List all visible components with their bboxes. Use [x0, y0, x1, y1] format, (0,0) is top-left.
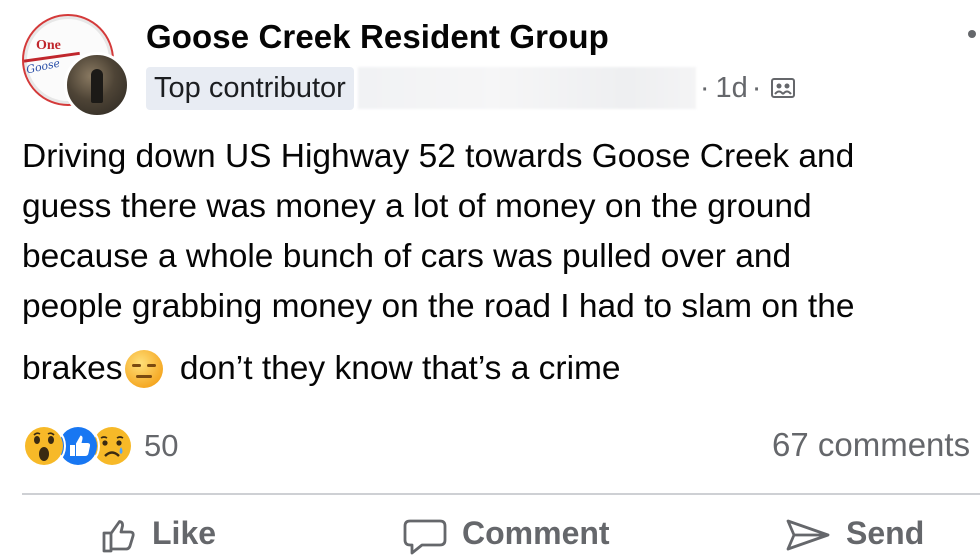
- user-avatar[interactable]: [64, 52, 130, 118]
- send-label: Send: [846, 515, 925, 551]
- post-text-line: because a whole bunch of cars was pulled…: [22, 238, 792, 275]
- comments-count-link[interactable]: 67 comments: [772, 426, 970, 464]
- post-action-bar: Like Comment Send: [0, 515, 980, 560]
- post-text-line: guess there was money a lot of money on …: [22, 188, 812, 225]
- post-text-line: Driving down US Highway 52 towards Goose…: [22, 138, 855, 175]
- reactions-summary[interactable]: 50: [22, 424, 178, 468]
- post-text-fragment: brakes: [22, 350, 123, 387]
- group-name-link[interactable]: Goose Creek Resident Group: [146, 18, 609, 56]
- post-avatar[interactable]: One Goose: [22, 14, 130, 118]
- post-text-last-line: brakes don’t they know that’s a crime: [22, 344, 980, 394]
- like-button[interactable]: Like: [98, 515, 216, 560]
- expressionless-face-emoji: [123, 348, 165, 390]
- send-button[interactable]: Send: [784, 515, 924, 560]
- post-body: Driving down US Highway 52 towards Goose…: [22, 132, 980, 394]
- meta-separator: ·: [699, 71, 710, 104]
- reactions-count[interactable]: 50: [144, 428, 178, 464]
- comment-button[interactable]: Comment: [402, 515, 610, 560]
- user-avatar-figure: [91, 69, 103, 103]
- wow-reaction-icon: [22, 424, 66, 468]
- like-label: Like: [152, 515, 217, 551]
- meta-separator: ·: [751, 71, 762, 104]
- group-audience-icon: [769, 74, 797, 102]
- top-contributor-badge: Top contributor: [146, 66, 354, 110]
- comment-bubble-icon: [403, 519, 447, 555]
- send-arrow-icon: [786, 519, 830, 551]
- post-meta: Top contributor · 1d ·: [146, 66, 797, 110]
- thumbs-up-icon: [102, 520, 135, 553]
- post-timestamp[interactable]: 1d: [716, 72, 748, 105]
- post-text-line: people grabbing money on the road I had …: [22, 288, 855, 325]
- action-divider: [22, 493, 980, 495]
- redacted-author-name: [357, 67, 696, 109]
- post-text-fragment: don’t they know that’s a crime: [170, 350, 621, 387]
- group-logo-text: One: [36, 38, 61, 53]
- more-options-icon[interactable]: [968, 30, 976, 38]
- comment-label: Comment: [462, 515, 610, 551]
